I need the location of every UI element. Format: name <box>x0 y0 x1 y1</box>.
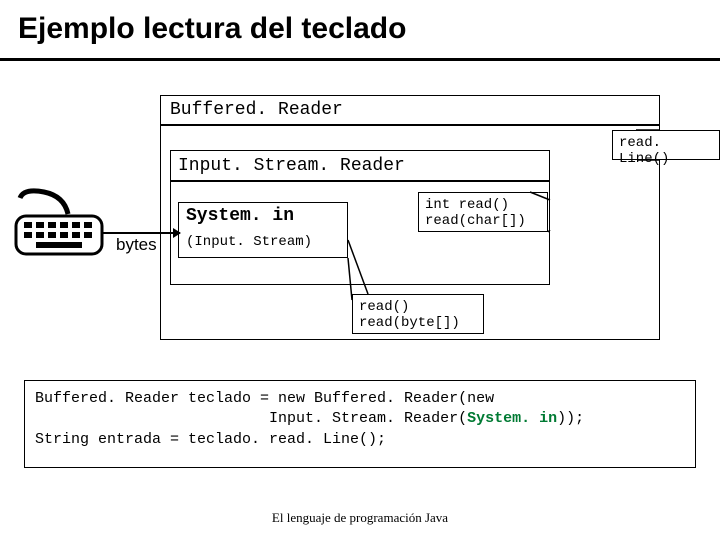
read-line-label: read. Line() <box>619 135 713 167</box>
read-byte-box: read() read(byte[]) <box>352 294 484 334</box>
system-in-label: System. in <box>186 206 294 226</box>
read-plain-label: read() <box>359 299 477 315</box>
system-in-subtitle: (Input. Stream) <box>186 234 312 250</box>
read-line-box: read. Line() <box>612 130 720 160</box>
input-stream-reader-label: Input. Stream. Reader <box>178 156 405 176</box>
slide-title: Ejemplo lectura del teclado <box>18 12 406 46</box>
title-underline <box>0 58 720 61</box>
buffered-reader-label: Buffered. Reader <box>170 100 343 120</box>
slide-footer: El lenguaje de programación Java <box>0 510 720 526</box>
code-example-box: Buffered. Reader teclado = new Buffered.… <box>24 380 696 468</box>
keyboard-icon <box>14 186 104 258</box>
read-char-array-label: read(char[]) <box>425 213 541 229</box>
int-read-label: int read() <box>425 197 541 213</box>
read-char-box: int read() read(char[]) <box>418 192 548 232</box>
buffered-reader-divider <box>160 124 660 126</box>
read-byte-array-label: read(byte[]) <box>359 315 477 331</box>
input-stream-reader-divider <box>170 180 550 182</box>
bytes-arrow <box>102 232 180 234</box>
code-example: Buffered. Reader teclado = new Buffered.… <box>35 389 685 450</box>
bytes-label: bytes <box>116 235 157 255</box>
